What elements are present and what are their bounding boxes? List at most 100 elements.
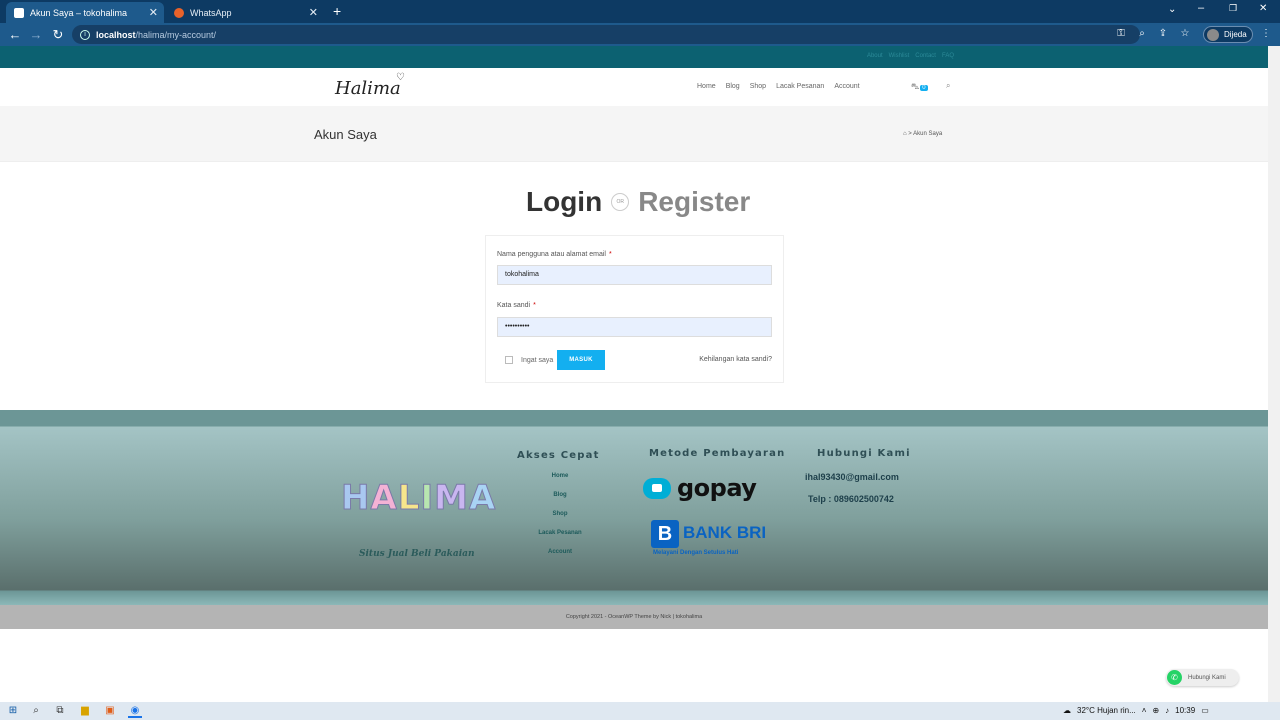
username-field[interactable]: tokohalima <box>497 265 772 285</box>
share-icon[interactable]: ⇪ <box>1157 28 1169 40</box>
bri-mark-icon: B <box>651 520 679 548</box>
windows-start-icon[interactable]: ⊞ <box>6 704 20 718</box>
weather-text[interactable]: 32°C Hujan rin... <box>1077 706 1136 715</box>
gopay-logo: gopay <box>643 474 757 502</box>
windows-taskbar: ⊞ ⌕ ⧉ ▆ ▣ ◉ ☁ 32°C Hujan rin... ˄ ⊕ ♪ 10… <box>0 702 1280 720</box>
remember-label: Ingat saya <box>521 356 554 364</box>
address-bar[interactable]: i localhost/halima/my-account/ <box>72 25 1140 44</box>
gopay-wallet-icon <box>643 477 671 499</box>
avatar <box>1207 28 1219 41</box>
whatsapp-icon: ✆ <box>1167 670 1182 685</box>
tab-whatsapp[interactable]: WhatsApp ✕ <box>166 2 324 23</box>
topbar-link-about[interactable]: About <box>867 53 883 59</box>
xampp-icon[interactable]: ▣ <box>103 704 117 718</box>
topbar-link-wishlist[interactable]: Wishlist <box>889 53 910 59</box>
whatsapp-contact-button[interactable]: ✆ Hubungi Kami <box>1166 669 1239 686</box>
notification-icon[interactable]: ▭ <box>1201 706 1209 715</box>
contact-email: ihal93430@gmail.com <box>805 472 899 482</box>
footer-link-lacak-pesanan[interactable]: Lacak Pesanan <box>520 530 600 549</box>
menu-icon[interactable]: ⋮ <box>1260 28 1272 40</box>
nav-shop[interactable]: Shop <box>750 83 766 90</box>
task-view-icon[interactable]: ⧉ <box>53 704 67 718</box>
bookmark-star-icon[interactable]: ☆ <box>1179 28 1191 40</box>
close-icon[interactable]: ✕ <box>149 6 158 19</box>
browser-toolbar: ← → ↻ i localhost/halima/my-account/ ⚿ ⌕… <box>0 23 1280 46</box>
window-close-icon[interactable]: ✕ <box>1259 3 1267 14</box>
clock[interactable]: 10:39 <box>1175 706 1195 715</box>
site-footer: HALIMA Situs Jual Beli Pakaian Akses Cep… <box>0 410 1268 605</box>
nav-blog[interactable]: Blog <box>726 83 740 90</box>
gopay-wordmark: gopay <box>677 474 757 502</box>
system-tray: ☁ 32°C Hujan rin... ˄ ⊕ ♪ 10:39 ▭ <box>1063 706 1209 715</box>
footer-link-home[interactable]: Home <box>520 473 600 492</box>
tab-search-icon[interactable]: ⌄ <box>1168 4 1176 15</box>
footer-link-shop[interactable]: Shop <box>520 511 600 530</box>
password-label-text: Kata sandi <box>497 302 531 309</box>
footer-link-account[interactable]: Account <box>520 549 600 568</box>
shopping-bag-icon: ⛍ <box>911 82 920 91</box>
register-tab[interactable]: Register <box>638 186 750 218</box>
home-icon[interactable]: ⌂ <box>903 131 907 137</box>
heart-icon: ♡ <box>396 72 405 83</box>
restore-icon[interactable]: ❐ <box>1229 3 1237 14</box>
breadcrumb: ⌂ > Akun Saya <box>903 131 942 137</box>
password-label: Kata sandi * <box>497 302 536 309</box>
page-title: Akun Saya <box>314 127 377 142</box>
password-field[interactable]: •••••••••• <box>497 317 772 337</box>
whatsapp-favicon-icon <box>174 7 184 18</box>
site-top-bar: About Wishlist Contact FAQ <box>0 46 1268 68</box>
footer-link-blog[interactable]: Blog <box>520 492 600 511</box>
tab-title: WhatsApp <box>190 7 232 18</box>
volume-icon[interactable]: ♪ <box>1165 706 1169 715</box>
tab-akun-saya[interactable]: Akun Saya – tokohalima ✕ <box>6 2 164 23</box>
reload-icon[interactable]: ↻ <box>50 27 66 43</box>
tab-title: Akun Saya – tokohalima <box>30 7 128 18</box>
copyright-bar: Copyright 2021 - OceanWP Theme by Nick |… <box>0 605 1268 629</box>
zoom-icon[interactable]: ⌕ <box>1136 28 1148 40</box>
remember-me[interactable]: Ingat saya <box>505 356 553 364</box>
weather-icon[interactable]: ☁ <box>1063 706 1071 715</box>
lost-password-link[interactable]: Kehilangan kata sandi? <box>699 356 772 363</box>
username-label: Nama pengguna atau alamat email * <box>497 251 612 258</box>
network-icon[interactable]: ⊕ <box>1152 706 1159 715</box>
breadcrumb-separator: > <box>908 131 912 137</box>
remember-checkbox[interactable] <box>505 356 513 364</box>
brand-letter: M <box>434 478 469 519</box>
login-submit-button[interactable]: MASUK <box>557 350 605 370</box>
chrome-icon[interactable]: ◉ <box>128 704 142 718</box>
nav-lacak-pesanan[interactable]: Lacak Pesanan <box>776 83 824 90</box>
topbar-link-contact[interactable]: Contact <box>915 53 936 59</box>
payment-title: Metode Pembayaran <box>649 448 786 459</box>
new-tab-button[interactable]: + <box>333 3 341 19</box>
search-icon[interactable]: ⌕ <box>946 81 950 91</box>
file-explorer-icon[interactable]: ▆ <box>78 704 92 718</box>
site-info-icon[interactable]: i <box>80 29 90 40</box>
profile-label: Dijeda <box>1224 30 1247 39</box>
profile-button[interactable]: Dijeda <box>1203 26 1253 43</box>
page-scrollbar[interactable] <box>1268 46 1280 702</box>
brand-letter: A <box>370 478 398 519</box>
whatsapp-label: Hubungi Kami <box>1188 674 1226 681</box>
contact-phone: Telp : 089602500742 <box>808 494 894 504</box>
close-icon[interactable]: ✕ <box>309 6 318 19</box>
site-logo[interactable]: Halima <box>335 78 401 99</box>
forward-icon[interactable]: → <box>28 27 44 43</box>
search-icon[interactable]: ⌕ <box>29 704 43 718</box>
chevron-up-icon[interactable]: ˄ <box>1142 706 1147 715</box>
site-header: Halima ♡ Home Blog Shop Lacak Pesanan Ac… <box>0 68 1268 106</box>
back-icon[interactable]: ← <box>7 27 23 43</box>
minimize-icon[interactable]: – <box>1198 2 1204 14</box>
footer-tagline: Situs Jual Beli Pakaian <box>359 549 475 559</box>
cart-button[interactable]: ⛍ 0 <box>911 82 928 92</box>
cart-count-badge: 0 <box>920 85 928 91</box>
topbar-link-faq[interactable]: FAQ <box>942 53 954 59</box>
login-form: Nama pengguna atau alamat email * tokohal… <box>485 235 784 383</box>
nav-account[interactable]: Account <box>834 83 859 90</box>
login-tab[interactable]: Login <box>526 186 602 218</box>
or-divider: OR <box>611 193 630 211</box>
breadcrumb-current: Akun Saya <box>913 131 943 137</box>
footer-brand-logo: HALIMA <box>340 478 496 519</box>
nav-home[interactable]: Home <box>697 83 716 90</box>
key-icon[interactable]: ⚿ <box>1115 28 1127 40</box>
brand-letter: H <box>340 478 371 519</box>
